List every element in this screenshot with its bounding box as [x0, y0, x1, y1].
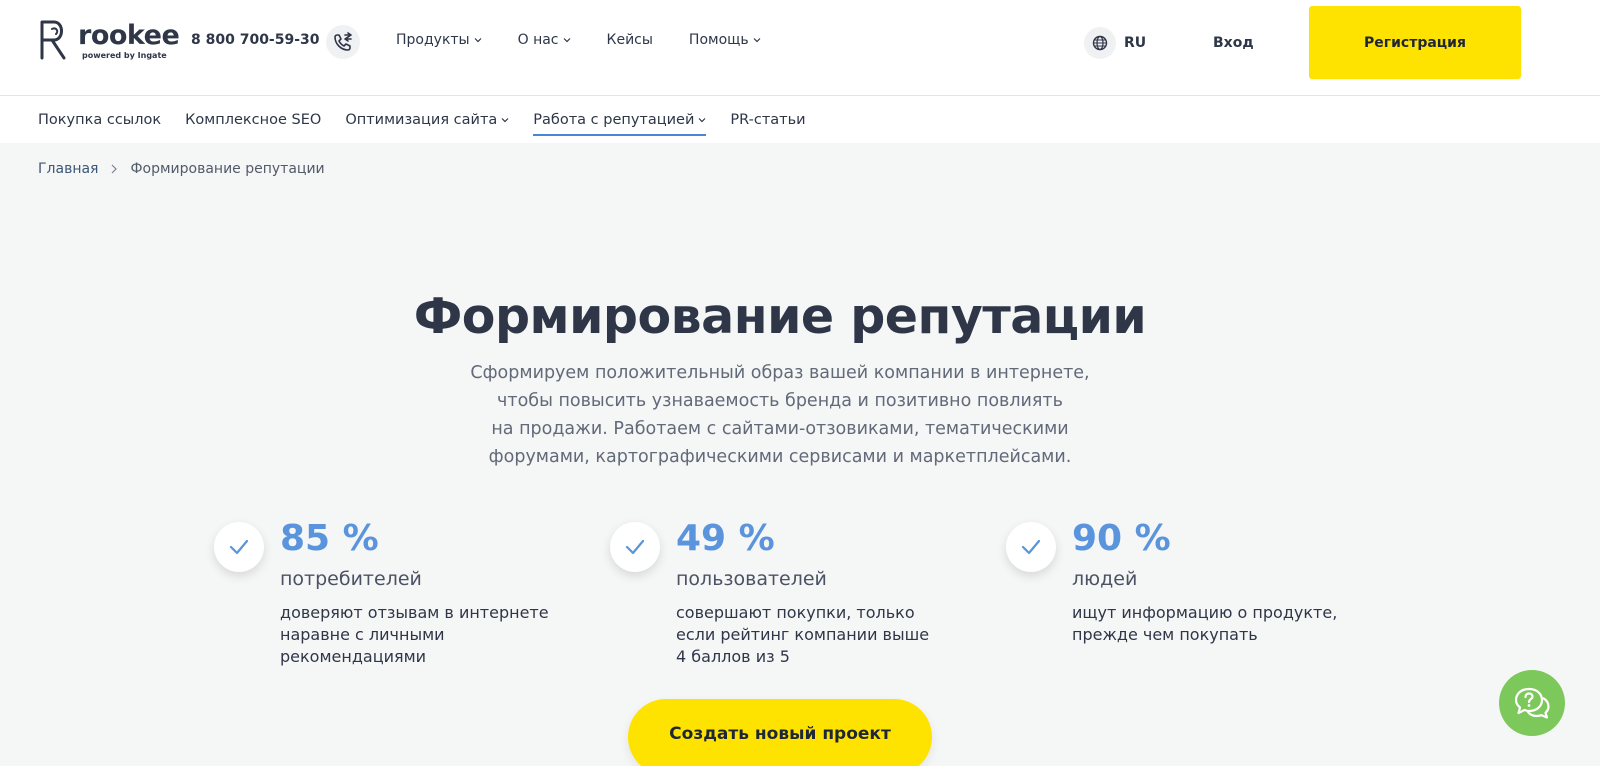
nav-item-cases[interactable]: Кейсы — [607, 32, 653, 48]
stat-value: 49 % — [676, 518, 775, 559]
nav-item-label: Продукты — [396, 32, 470, 48]
register-button[interactable]: Регистрация — [1309, 6, 1521, 79]
create-project-button[interactable]: Создать новый проект — [628, 699, 932, 766]
stat-text-line: наравне с личными — [280, 625, 445, 644]
phone-transfer-icon — [334, 32, 352, 51]
nav-item-label: О нас — [517, 32, 559, 48]
stat-text-line: прежде чем покупать — [1072, 625, 1258, 644]
breadcrumb: Главная Формирование репутации — [38, 161, 325, 177]
chat-question-icon — [1514, 687, 1550, 719]
stat-text-line: ищут информацию о продукте, — [1072, 603, 1338, 622]
hero-description-line: чтобы повысить узнаваемость бренда и поз… — [497, 391, 1063, 411]
top-header: rookee powered by Ingate 8 800 700-59-30… — [0, 0, 1600, 96]
page-title: Формирование репутации — [413, 288, 1147, 345]
logo-tagline: powered by Ingate — [82, 51, 167, 60]
subnav-item-label: Оптимизация сайта — [345, 112, 498, 128]
logo-wordmark: rookee — [78, 20, 180, 51]
main-nav: Продукты О нас Кейсы Помощь — [396, 32, 797, 48]
subnav-item-label: Покупка ссылок — [38, 112, 162, 128]
subnav-item-label: PR-статьи — [730, 112, 806, 128]
language-label[interactable]: RU — [1124, 35, 1146, 51]
chevron-down-icon — [563, 38, 570, 43]
stat-check-badge — [1006, 522, 1056, 572]
chevron-right-icon — [112, 164, 118, 174]
check-icon — [1021, 539, 1041, 555]
subnav-item-site-optimization[interactable]: Оптимизация сайта — [345, 104, 509, 136]
stat-text-line: 4 баллов из 5 — [676, 647, 790, 666]
stat-check-badge — [610, 522, 660, 572]
stat-text: доверяют отзывам в интернете наравне с л… — [280, 602, 570, 668]
subnav-item-label: Работа с репутацией — [533, 112, 695, 128]
language-switcher[interactable] — [1084, 27, 1116, 59]
subnav-item-label: Комплексное SEO — [185, 112, 322, 128]
nav-item-label: Помощь — [688, 32, 749, 48]
nav-item-products[interactable]: Продукты — [396, 32, 482, 48]
subnav-item-reputation[interactable]: Работа с репутацией — [533, 104, 707, 136]
hero-description-line: Сформируем положительный образ вашей ком… — [470, 363, 1090, 383]
chevron-down-icon — [698, 118, 706, 123]
login-link[interactable]: Вход — [1213, 35, 1254, 51]
hero-description-line: форумами, картографическими сервисами и … — [488, 447, 1072, 467]
hero-description: Сформируем положительный образ вашей ком… — [420, 359, 1140, 471]
callback-button[interactable] — [326, 25, 360, 59]
stat-value: 90 % — [1072, 518, 1171, 559]
stat-item: 49 % пользователей совершают покупки, то… — [610, 512, 970, 666]
check-icon — [625, 539, 645, 555]
hero-description-line: на продажи. Работаем с сайтами-отзовикам… — [491, 419, 1069, 439]
stat-unit: потребителей — [280, 568, 422, 590]
sub-nav: Покупка ссылок Комплексное SEO Оптимизац… — [0, 96, 1600, 143]
check-icon — [229, 539, 249, 555]
stat-check-badge — [214, 522, 264, 572]
stat-item: 85 % потребителей доверяют отзывам в инт… — [214, 512, 574, 666]
nav-item-label: Кейсы — [606, 32, 653, 48]
subnav-item-buy-links[interactable]: Покупка ссылок — [38, 104, 161, 136]
stat-text: совершают покупки, только если рейтинг к… — [676, 602, 966, 668]
breadcrumb-current: Формирование репутации — [130, 161, 325, 177]
chevron-down-icon — [753, 38, 761, 43]
stat-text-line: совершают покупки, только — [676, 603, 915, 622]
help-chat-button[interactable] — [1499, 670, 1565, 736]
stat-value: 85 % — [280, 518, 379, 559]
stat-text: ищут информацию о продукте, прежде чем п… — [1072, 602, 1362, 646]
chevron-down-icon — [501, 118, 509, 123]
stat-item: 90 % людей ищут информацию о продукте, п… — [1006, 512, 1366, 652]
stat-unit: людей — [1072, 568, 1138, 590]
subnav-item-complex-seo[interactable]: Комплексное SEO — [185, 104, 321, 136]
phone-number-link[interactable]: 8 800 700-59-30 — [191, 32, 320, 48]
rookee-logo[interactable]: rookee powered by Ingate — [38, 18, 180, 62]
stat-text-line: рекомендациями — [280, 647, 427, 666]
globe-icon — [1092, 35, 1108, 51]
chevron-down-icon — [474, 38, 482, 43]
stat-text-line: доверяют отзывам в интернете — [280, 603, 549, 622]
nav-item-help[interactable]: Помощь — [689, 32, 761, 48]
stat-text-line: если рейтинг компании выше — [676, 625, 930, 644]
breadcrumb-home-link[interactable]: Главная — [38, 161, 98, 177]
rookee-logo-mark-icon — [40, 20, 66, 60]
subnav-item-pr-articles[interactable]: PR-статьи — [730, 104, 805, 136]
nav-item-about[interactable]: О нас — [518, 32, 571, 48]
stat-unit: пользователей — [676, 568, 827, 590]
